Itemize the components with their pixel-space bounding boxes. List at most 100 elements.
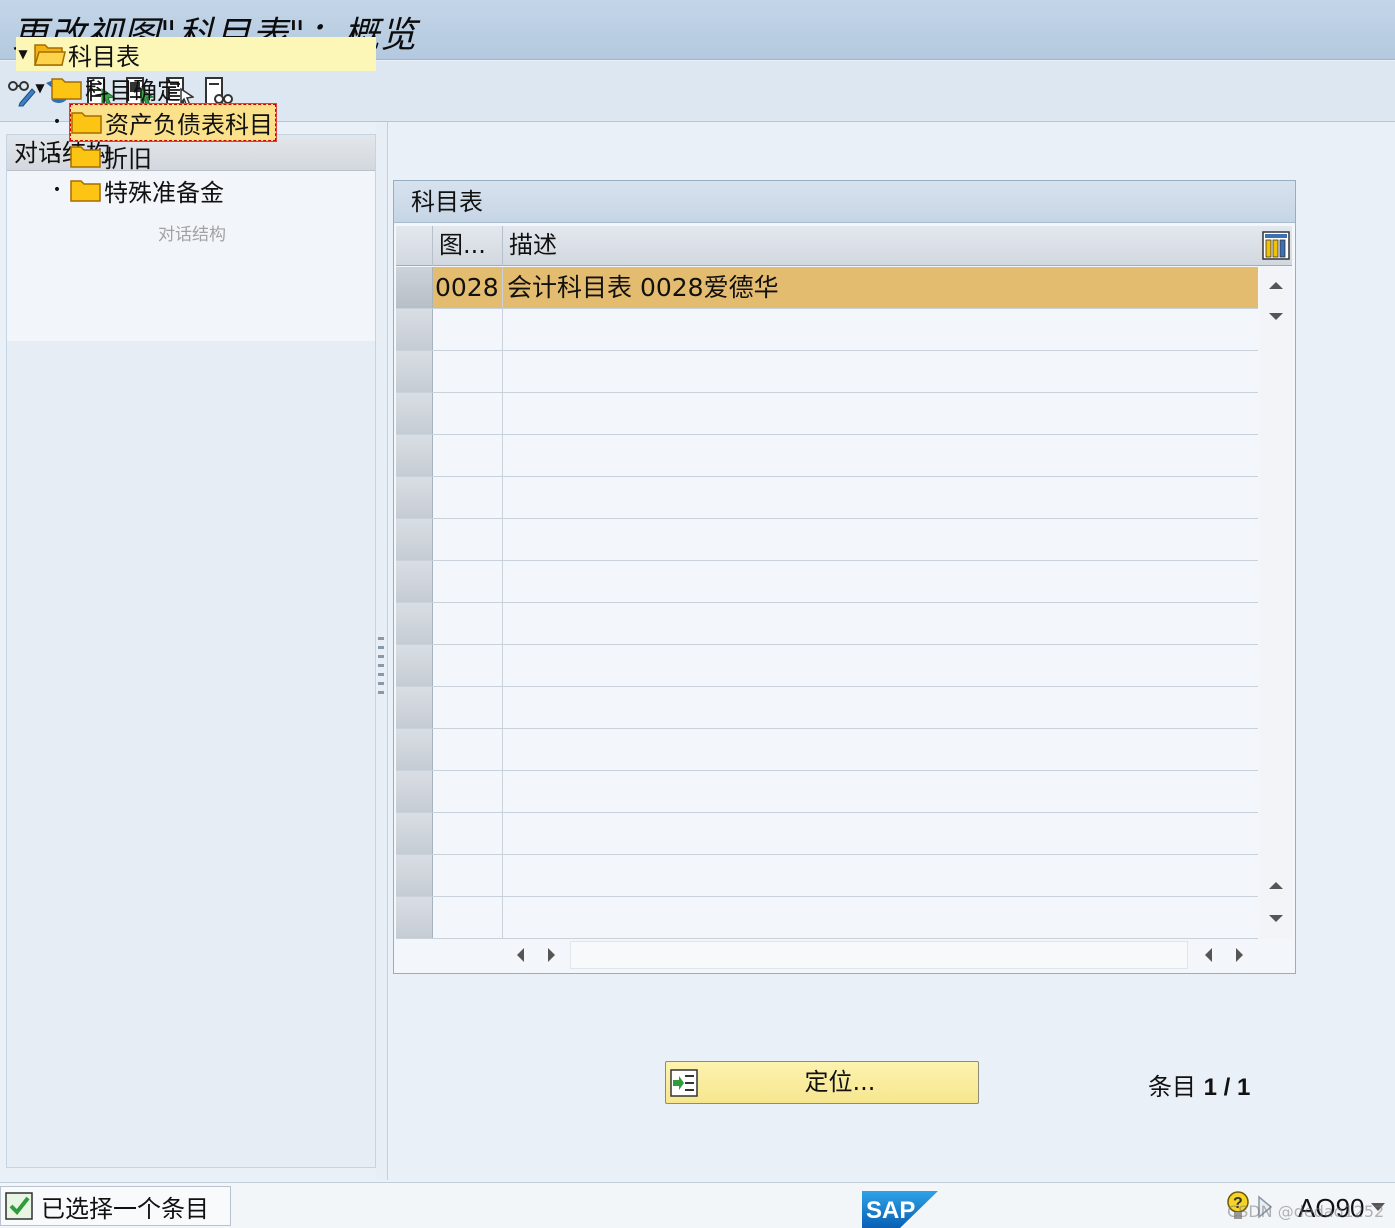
cell-code[interactable] (433, 645, 503, 686)
cell-code[interactable] (433, 435, 503, 476)
cell-description[interactable] (503, 393, 1258, 434)
row-selector[interactable] (396, 477, 433, 518)
watermark: CSDN @dedao1252 (1227, 1202, 1385, 1221)
row-selector[interactable] (396, 351, 433, 392)
cell-code[interactable] (433, 687, 503, 728)
cell-description[interactable] (503, 435, 1258, 476)
vertical-scrollbar[interactable] (1260, 267, 1292, 939)
page-left-button[interactable] (1196, 943, 1220, 967)
cell-description[interactable] (503, 897, 1258, 938)
table-row-empty[interactable] (396, 351, 1258, 393)
cell-code[interactable] (433, 477, 503, 518)
table-row-empty[interactable] (396, 393, 1258, 435)
cell-code[interactable] (433, 897, 503, 938)
scroll-left-button[interactable] (508, 943, 532, 967)
cell-description[interactable] (503, 351, 1258, 392)
position-button[interactable]: 定位... (665, 1061, 979, 1104)
page-down-button[interactable] (1264, 305, 1288, 329)
tree-node-account-determination[interactable]: ▼ 科目确定 (33, 71, 181, 105)
table-row-empty[interactable] (396, 729, 1258, 771)
triangle-up-icon (1269, 882, 1283, 889)
row-selector[interactable] (396, 561, 433, 602)
row-selector[interactable] (396, 603, 433, 644)
cell-description[interactable] (503, 771, 1258, 812)
dialog-structure-panel: 对话结构 (6, 134, 376, 1168)
page-up-button[interactable] (1264, 873, 1288, 897)
cell-description[interactable] (503, 687, 1258, 728)
cell-code[interactable] (433, 729, 503, 770)
cell-code[interactable] (433, 771, 503, 812)
cell-description[interactable] (503, 561, 1258, 602)
table-row[interactable]: 0028 会计科目表 0028爱德华 (396, 267, 1258, 309)
row-selector[interactable] (396, 435, 433, 476)
table-row-empty[interactable] (396, 771, 1258, 813)
table-row-empty[interactable] (396, 897, 1258, 939)
row-selector[interactable] (396, 813, 433, 854)
tree-node-label: 特殊准备金 (104, 178, 224, 207)
select-all-rows-header[interactable] (396, 226, 433, 266)
row-selector[interactable] (396, 645, 433, 686)
cell-code[interactable] (433, 813, 503, 854)
scroll-track[interactable] (570, 941, 1188, 969)
table-row-empty[interactable] (396, 687, 1258, 729)
glasses-pencil-icon (8, 81, 36, 107)
row-selector[interactable] (396, 729, 433, 770)
scroll-down-button[interactable] (1264, 907, 1288, 931)
row-selector[interactable] (396, 519, 433, 560)
row-selector[interactable] (396, 267, 433, 308)
triangle-left-icon (517, 948, 524, 962)
cell-code[interactable] (433, 393, 503, 434)
row-selector[interactable] (396, 393, 433, 434)
column-header-code[interactable]: 图... (433, 226, 503, 266)
table-row-empty[interactable] (396, 645, 1258, 687)
cell-description[interactable] (503, 603, 1258, 644)
triangle-left-icon (1205, 948, 1212, 962)
cell-description[interactable]: 会计科目表 0028爱德华 (503, 267, 1258, 308)
cell-description[interactable] (503, 813, 1258, 854)
cell-description[interactable] (503, 855, 1258, 896)
table-row-empty[interactable] (396, 813, 1258, 855)
folder-icon (70, 146, 101, 168)
table-settings-icon[interactable] (1262, 231, 1290, 260)
table-row-empty[interactable] (396, 603, 1258, 645)
row-selector[interactable] (396, 309, 433, 350)
scroll-right-button[interactable] (540, 943, 564, 967)
cell-description[interactable] (503, 729, 1258, 770)
table-row-empty[interactable] (396, 477, 1258, 519)
focused-node[interactable]: 资产负债表科目 (69, 102, 277, 142)
table-row-empty[interactable] (396, 855, 1258, 897)
tree-node-depreciation[interactable]: • 折旧 (52, 139, 152, 173)
cell-description[interactable] (503, 309, 1258, 350)
row-selector[interactable] (396, 687, 433, 728)
splitter-grip-icon[interactable] (378, 637, 384, 697)
tree-node-special-reserves[interactable]: • 特殊准备金 (52, 173, 224, 207)
table-row-empty[interactable] (396, 561, 1258, 603)
scroll-up-button[interactable] (1264, 273, 1288, 297)
table-row-empty[interactable] (396, 519, 1258, 561)
triangle-right-icon (1236, 948, 1243, 962)
cell-code[interactable] (433, 603, 503, 644)
cell-code[interactable] (433, 855, 503, 896)
status-message[interactable]: 已选择一个条目 (0, 1186, 231, 1226)
column-header-description[interactable]: 描述 (503, 226, 1260, 266)
row-selector[interactable] (396, 855, 433, 896)
cell-description[interactable] (503, 477, 1258, 518)
expand-toggle-icon[interactable]: ▼ (16, 47, 30, 61)
row-selector[interactable] (396, 897, 433, 938)
table-row-empty[interactable] (396, 435, 1258, 477)
cell-code[interactable]: 0028 (433, 267, 503, 308)
cell-code[interactable] (433, 561, 503, 602)
cell-code[interactable] (433, 351, 503, 392)
cell-description[interactable] (503, 519, 1258, 560)
row-selector[interactable] (396, 771, 433, 812)
tree-node-chart-of-accounts[interactable]: ▼ 科目表 (16, 37, 376, 71)
page-right-button[interactable] (1228, 943, 1252, 967)
cell-code[interactable] (433, 519, 503, 560)
table-row-empty[interactable] (396, 309, 1258, 351)
cell-code[interactable] (433, 309, 503, 350)
expand-toggle-icon[interactable]: ▼ (33, 81, 47, 95)
panel-splitter[interactable] (376, 122, 388, 1180)
cell-description[interactable] (503, 645, 1258, 686)
horizontal-scrollbar[interactable] (502, 939, 1294, 971)
tree-node-balance-sheet-accounts[interactable]: • 资产负债表科目 (52, 102, 277, 142)
